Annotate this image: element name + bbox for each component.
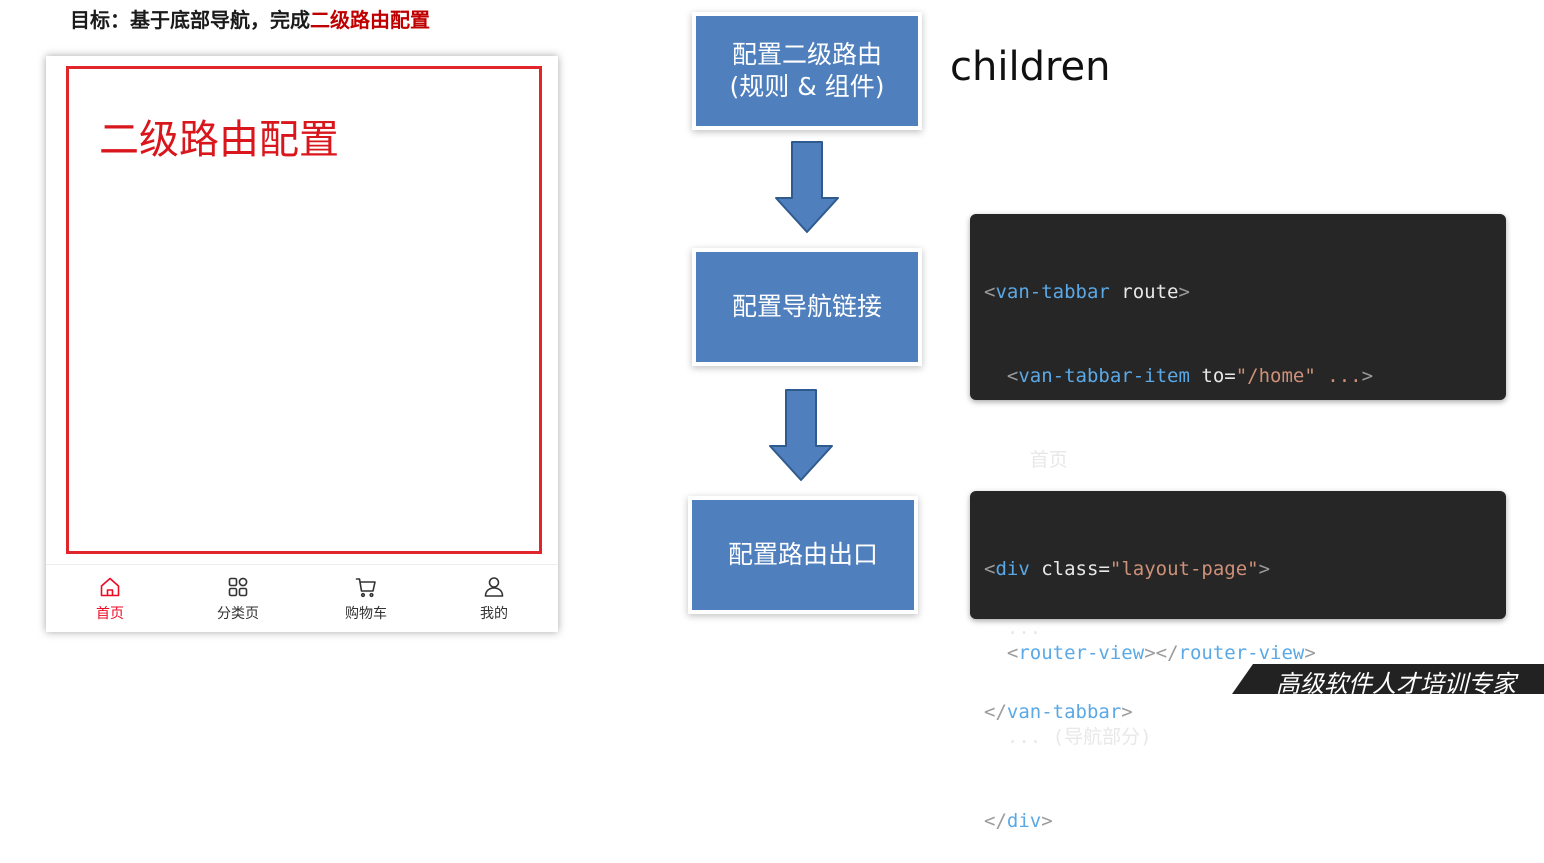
code2-line-3: ... (导航部分) [984,723,1506,751]
home-icon [100,577,120,597]
code2-div-close: div [1006,810,1042,832]
code2-line-2: <router-view></router-view> [1006,642,1316,664]
frame-title: 二级路由配置 [99,117,339,163]
code2-attr-class: class [1041,558,1099,580]
down-arrow-1 [775,141,839,233]
tab-home[interactable]: 首页 [46,565,174,633]
code2-nav-comment: ... (导航部分) [1006,726,1152,748]
code2-router-view-open: router-view [1018,642,1145,664]
code2-div-open: div [995,558,1030,580]
children-label: children [950,44,1111,90]
code1-attr-to-value: "/home" [1235,365,1316,387]
tab-cart-label: 购物车 [345,606,387,622]
code2-line-4: </div> [984,810,1053,832]
code1-line-3: 首页 [984,446,1506,474]
tab-category[interactable]: 分类页 [174,565,302,633]
code1-tag-open: van-tabbar [995,281,1110,303]
code1-line-6: </van-tabbar> [984,701,1133,723]
goal-heading: 目标：基于底部导航，完成二级路由配置 [70,4,430,33]
tab-mine[interactable]: 我的 [430,565,558,633]
step-config-nav-links: 配置导航链接 [696,252,918,362]
code1-tag-close: van-tabbar [1006,701,1122,723]
code1-ellipsis-attrs: ... [1327,365,1362,387]
code-snippet-layout: <div class="layout-page"> <router-view><… [970,491,1506,832]
code2-line-1: <div class="layout-page"> [984,558,1271,580]
step1-line1: 配置二级路由 [731,39,882,69]
code1-attr-to: to [1201,365,1225,387]
step-config-router-outlet: 配置路由出口 [692,500,914,610]
code1-attr-route: route [1121,281,1179,303]
code1-text-home: 首页 [1029,449,1068,471]
tab-category-label: 分类页 [217,606,259,622]
goal-highlight: 二级路由配置 [310,8,430,32]
step2-label: 配置导航链接 [731,291,882,321]
bottom-tabbar: 首页 分类页 购物车 我的 [46,564,558,633]
code2-router-view-close: router-view [1178,642,1305,664]
phone-mockup: 二级路由配置 首页 分类页 购物车 我的 [46,56,558,632]
down-arrow-2 [769,389,833,481]
cart-icon [355,578,376,598]
grid-icon [228,577,248,597]
goal-prefix: 目标：基于底部导航，完成 [70,8,310,32]
code1-item-tag-open: van-tabbar-item [1018,365,1190,387]
code1-line-1: <van-tabbar route> [984,281,1190,303]
code-snippet-tabbar: <van-tabbar route> <van-tabbar-item to="… [970,214,1506,723]
step1-line2: (规则 & 组件) [729,72,885,101]
tab-home-label: 首页 [96,606,124,622]
step-config-child-routes: 配置二级路由 (规则 & 组件) [696,16,918,126]
step3-label: 配置路由出口 [727,539,878,569]
content-area-frame: 二级路由配置 [66,66,542,554]
user-icon [484,577,504,597]
tab-mine-label: 我的 [480,606,508,622]
code2-attr-class-value: "layout-page" [1109,558,1259,580]
tab-cart[interactable]: 购物车 [302,565,430,633]
code1-line-2: <van-tabbar-item to="/home" ...> [1006,365,1374,387]
